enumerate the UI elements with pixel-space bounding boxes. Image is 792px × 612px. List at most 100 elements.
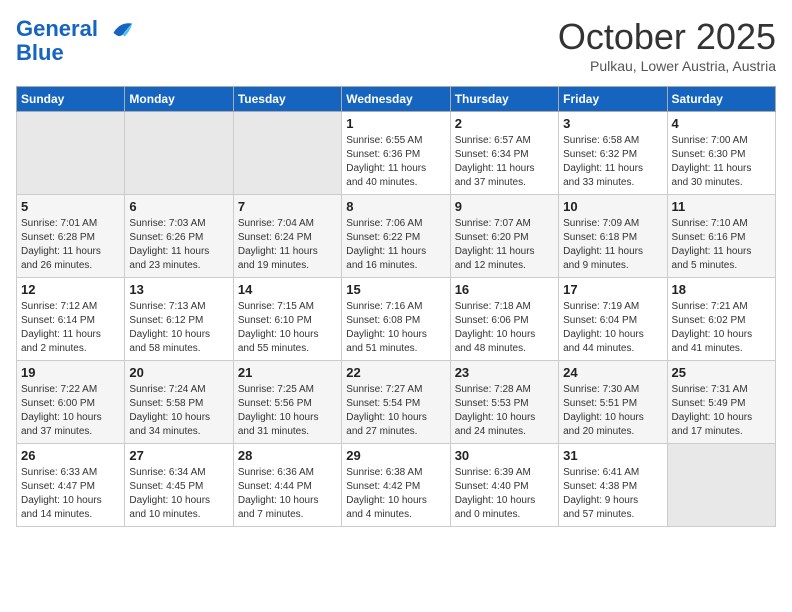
calendar-cell: 29 Sunrise: 6:38 AM Sunset: 4:42 PM Dayli…: [342, 444, 450, 527]
calendar-table: SundayMondayTuesdayWednesdayThursdayFrid…: [16, 86, 776, 527]
day-number: 8: [346, 199, 445, 214]
calendar-cell: [17, 112, 125, 195]
day-info: Sunrise: 6:38 AM Sunset: 4:42 PM Dayligh…: [346, 466, 445, 522]
day-number: 11: [672, 199, 771, 214]
logo-bird-icon: [106, 16, 134, 44]
day-info: Sunrise: 7:04 AM Sunset: 6:24 PM Dayligh…: [238, 217, 337, 273]
day-number: 12: [21, 282, 120, 297]
day-number: 7: [238, 199, 337, 214]
day-number: 18: [672, 282, 771, 297]
calendar-week-2: 5 Sunrise: 7:01 AM Sunset: 6:28 PM Daylig…: [17, 195, 776, 278]
day-info: Sunrise: 6:39 AM Sunset: 4:40 PM Dayligh…: [455, 466, 554, 522]
day-number: 23: [455, 365, 554, 380]
day-info: Sunrise: 7:03 AM Sunset: 6:26 PM Dayligh…: [129, 217, 228, 273]
day-info: Sunrise: 7:00 AM Sunset: 6:30 PM Dayligh…: [672, 134, 771, 190]
calendar-cell: 15 Sunrise: 7:16 AM Sunset: 6:08 PM Dayli…: [342, 278, 450, 361]
day-info: Sunrise: 7:25 AM Sunset: 5:56 PM Dayligh…: [238, 383, 337, 439]
day-number: 10: [563, 199, 662, 214]
calendar-cell: [233, 112, 341, 195]
calendar-week-3: 12 Sunrise: 7:12 AM Sunset: 6:14 PM Dayli…: [17, 278, 776, 361]
day-number: 3: [563, 116, 662, 131]
calendar-cell: 28 Sunrise: 6:36 AM Sunset: 4:44 PM Dayli…: [233, 444, 341, 527]
calendar-week-1: 1 Sunrise: 6:55 AM Sunset: 6:36 PM Daylig…: [17, 112, 776, 195]
calendar-cell: 1 Sunrise: 6:55 AM Sunset: 6:36 PM Daylig…: [342, 112, 450, 195]
day-info: Sunrise: 6:57 AM Sunset: 6:34 PM Dayligh…: [455, 134, 554, 190]
calendar-cell: 13 Sunrise: 7:13 AM Sunset: 6:12 PM Dayli…: [125, 278, 233, 361]
location-subtitle: Pulkau, Lower Austria, Austria: [558, 58, 776, 74]
day-info: Sunrise: 6:36 AM Sunset: 4:44 PM Dayligh…: [238, 466, 337, 522]
day-info: Sunrise: 7:31 AM Sunset: 5:49 PM Dayligh…: [672, 383, 771, 439]
day-number: 19: [21, 365, 120, 380]
page-header: General Blue October 2025 Pulkau, Lower …: [16, 16, 776, 74]
calendar-cell: 25 Sunrise: 7:31 AM Sunset: 5:49 PM Dayli…: [667, 361, 775, 444]
calendar-cell: 20 Sunrise: 7:24 AM Sunset: 5:58 PM Dayli…: [125, 361, 233, 444]
calendar-cell: 8Sunrise: 7:06 AM Sunset: 6:22 PM Daylig…: [342, 195, 450, 278]
day-number: 9: [455, 199, 554, 214]
day-number: 13: [129, 282, 228, 297]
day-number: 28: [238, 448, 337, 463]
calendar-cell: 17Sunrise: 7:19 AM Sunset: 6:04 PM Dayli…: [559, 278, 667, 361]
logo: General Blue: [16, 16, 134, 66]
day-info: Sunrise: 7:13 AM Sunset: 6:12 PM Dayligh…: [129, 300, 228, 356]
logo-general: General: [16, 16, 98, 41]
day-header-wednesday: Wednesday: [342, 87, 450, 112]
calendar-cell: 10 Sunrise: 7:09 AM Sunset: 6:18 PM Dayli…: [559, 195, 667, 278]
calendar-cell: 12 Sunrise: 7:12 AM Sunset: 6:14 PM Dayli…: [17, 278, 125, 361]
day-number: 29: [346, 448, 445, 463]
day-info: Sunrise: 7:07 AM Sunset: 6:20 PM Dayligh…: [455, 217, 554, 273]
day-info: Sunrise: 7:09 AM Sunset: 6:18 PM Dayligh…: [563, 217, 662, 273]
day-number: 31: [563, 448, 662, 463]
day-number: 22: [346, 365, 445, 380]
day-info: Sunrise: 7:27 AM Sunset: 5:54 PM Dayligh…: [346, 383, 445, 439]
calendar-week-5: 26 Sunrise: 6:33 AM Sunset: 4:47 PM Dayli…: [17, 444, 776, 527]
day-header-friday: Friday: [559, 87, 667, 112]
day-number: 1: [346, 116, 445, 131]
day-number: 25: [672, 365, 771, 380]
day-number: 20: [129, 365, 228, 380]
day-number: 27: [129, 448, 228, 463]
calendar-cell: 26 Sunrise: 6:33 AM Sunset: 4:47 PM Dayli…: [17, 444, 125, 527]
calendar-cell: 27 Sunrise: 6:34 AM Sunset: 4:45 PM Dayli…: [125, 444, 233, 527]
day-number: 15: [346, 282, 445, 297]
day-header-monday: Monday: [125, 87, 233, 112]
calendar-cell: 2Sunrise: 6:57 AM Sunset: 6:34 PM Daylig…: [450, 112, 558, 195]
day-info: Sunrise: 7:19 AM Sunset: 6:04 PM Dayligh…: [563, 300, 662, 356]
day-info: Sunrise: 7:21 AM Sunset: 6:02 PM Dayligh…: [672, 300, 771, 356]
day-info: Sunrise: 7:01 AM Sunset: 6:28 PM Dayligh…: [21, 217, 120, 273]
day-info: Sunrise: 7:30 AM Sunset: 5:51 PM Dayligh…: [563, 383, 662, 439]
day-number: 5: [21, 199, 120, 214]
calendar-cell: 19 Sunrise: 7:22 AM Sunset: 6:00 PM Dayli…: [17, 361, 125, 444]
calendar-cell: 9 Sunrise: 7:07 AM Sunset: 6:20 PM Daylig…: [450, 195, 558, 278]
calendar-cell: 18 Sunrise: 7:21 AM Sunset: 6:02 PM Dayli…: [667, 278, 775, 361]
calendar-cell: 22 Sunrise: 7:27 AM Sunset: 5:54 PM Dayli…: [342, 361, 450, 444]
days-header-row: SundayMondayTuesdayWednesdayThursdayFrid…: [17, 87, 776, 112]
day-header-thursday: Thursday: [450, 87, 558, 112]
calendar-cell: 6 Sunrise: 7:03 AM Sunset: 6:26 PM Daylig…: [125, 195, 233, 278]
calendar-cell: 11Sunrise: 7:10 AM Sunset: 6:16 PM Dayli…: [667, 195, 775, 278]
day-number: 6: [129, 199, 228, 214]
calendar-cell: 4 Sunrise: 7:00 AM Sunset: 6:30 PM Daylig…: [667, 112, 775, 195]
day-info: Sunrise: 7:12 AM Sunset: 6:14 PM Dayligh…: [21, 300, 120, 356]
day-info: Sunrise: 7:16 AM Sunset: 6:08 PM Dayligh…: [346, 300, 445, 356]
day-header-saturday: Saturday: [667, 87, 775, 112]
day-header-sunday: Sunday: [17, 87, 125, 112]
calendar-cell: [125, 112, 233, 195]
day-info: Sunrise: 6:55 AM Sunset: 6:36 PM Dayligh…: [346, 134, 445, 190]
calendar-cell: 3Sunrise: 6:58 AM Sunset: 6:32 PM Daylig…: [559, 112, 667, 195]
calendar-cell: 21Sunrise: 7:25 AM Sunset: 5:56 PM Dayli…: [233, 361, 341, 444]
calendar-cell: 16Sunrise: 7:18 AM Sunset: 6:06 PM Dayli…: [450, 278, 558, 361]
day-info: Sunrise: 6:33 AM Sunset: 4:47 PM Dayligh…: [21, 466, 120, 522]
title-block: October 2025 Pulkau, Lower Austria, Aust…: [558, 16, 776, 74]
day-header-tuesday: Tuesday: [233, 87, 341, 112]
day-info: Sunrise: 6:34 AM Sunset: 4:45 PM Dayligh…: [129, 466, 228, 522]
calendar-cell: 23 Sunrise: 7:28 AM Sunset: 5:53 PM Dayli…: [450, 361, 558, 444]
day-info: Sunrise: 7:24 AM Sunset: 5:58 PM Dayligh…: [129, 383, 228, 439]
calendar-cell: 24Sunrise: 7:30 AM Sunset: 5:51 PM Dayli…: [559, 361, 667, 444]
day-number: 16: [455, 282, 554, 297]
day-number: 4: [672, 116, 771, 131]
day-number: 26: [21, 448, 120, 463]
calendar-cell: 30Sunrise: 6:39 AM Sunset: 4:40 PM Dayli…: [450, 444, 558, 527]
day-info: Sunrise: 7:28 AM Sunset: 5:53 PM Dayligh…: [455, 383, 554, 439]
day-info: Sunrise: 7:22 AM Sunset: 6:00 PM Dayligh…: [21, 383, 120, 439]
month-title: October 2025: [558, 16, 776, 58]
